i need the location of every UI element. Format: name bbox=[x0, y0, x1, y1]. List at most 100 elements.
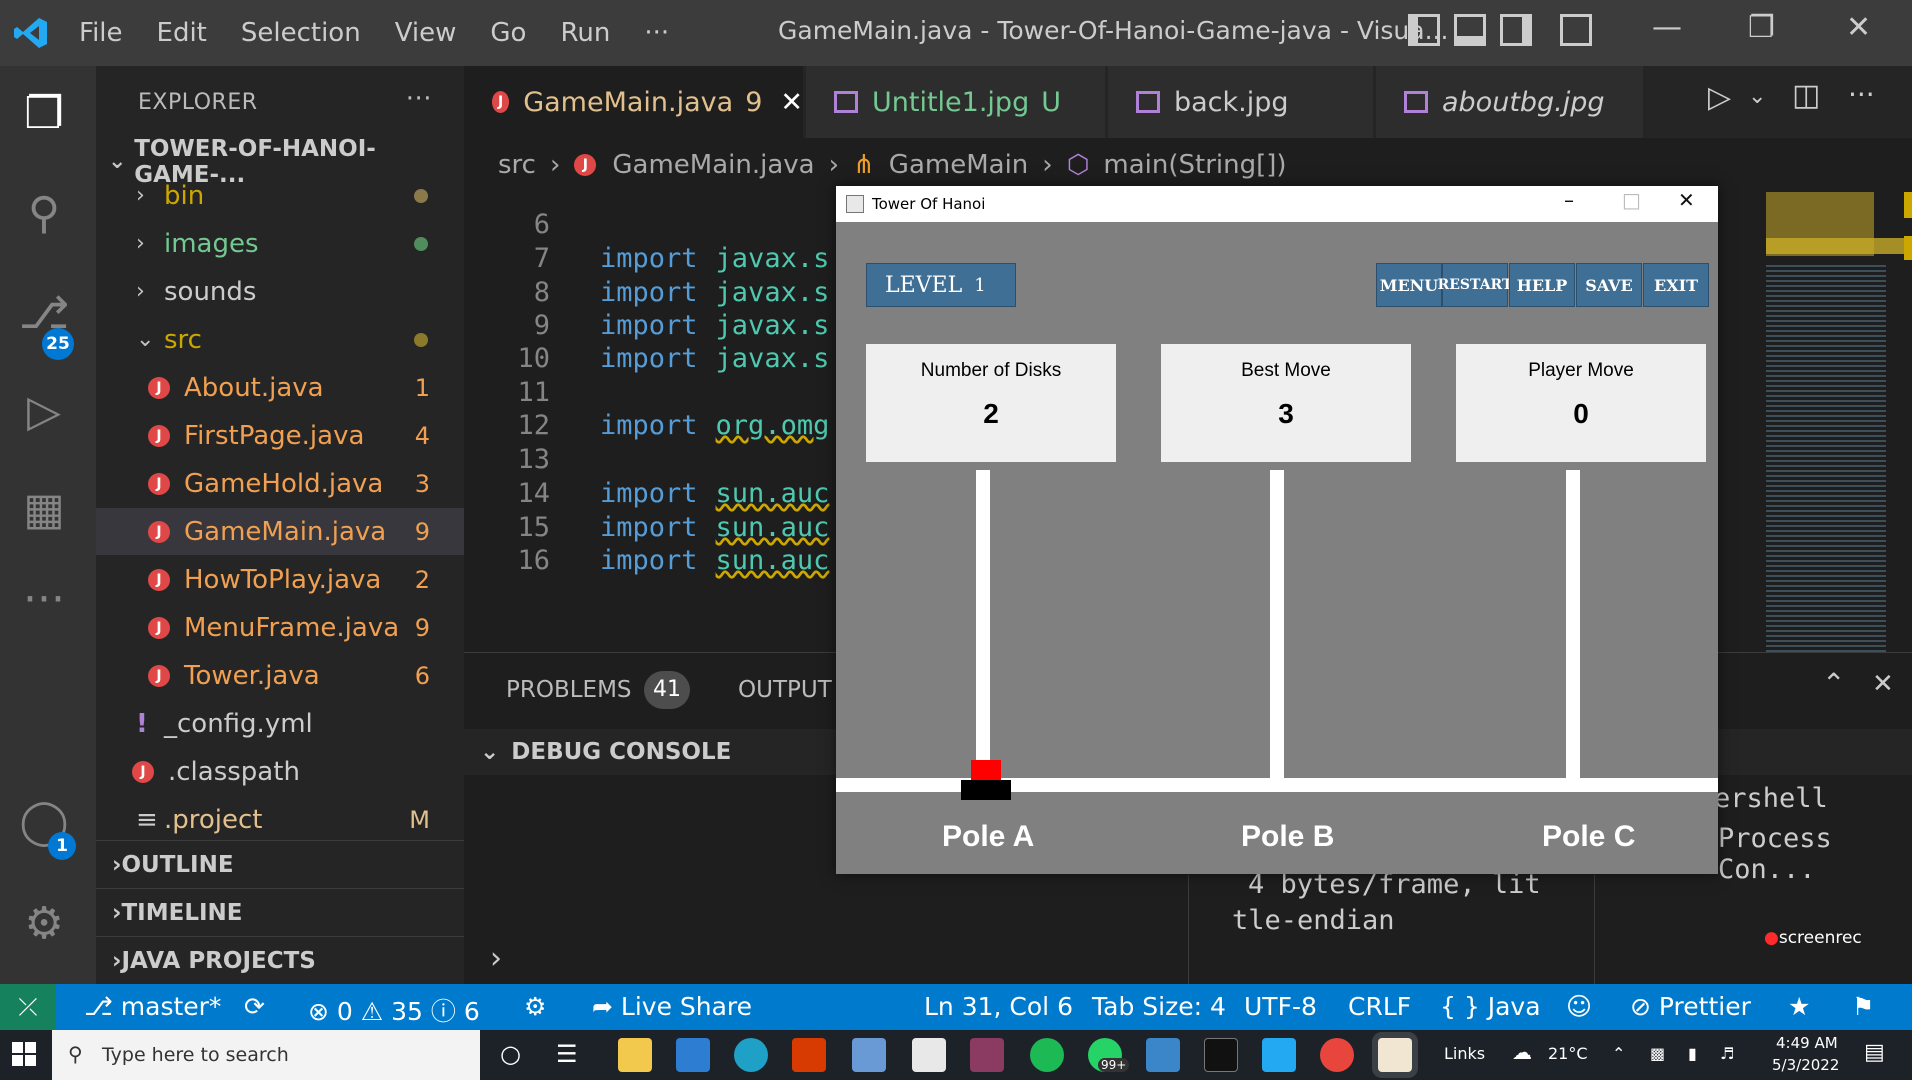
game-close-icon[interactable]: ✕ bbox=[1678, 188, 1695, 212]
minimize-window-icon[interactable]: — bbox=[1652, 10, 1682, 45]
pole-b[interactable] bbox=[1270, 470, 1284, 780]
tree-file-tower[interactable]: J Tower.java 6 bbox=[96, 652, 464, 699]
game-maximize-icon[interactable]: □ bbox=[1622, 188, 1641, 212]
windows-start-icon[interactable] bbox=[12, 1042, 36, 1066]
spotify-app-icon[interactable] bbox=[1030, 1038, 1064, 1072]
restore-window-icon[interactable]: ❐ bbox=[1748, 10, 1775, 45]
tree-file-classpath[interactable]: J .classpath bbox=[96, 748, 464, 795]
tree-folder-src[interactable]: ⌄ src bbox=[96, 316, 464, 363]
menu-more[interactable]: ··· bbox=[627, 18, 686, 48]
explorer-more-icon[interactable]: ··· bbox=[406, 84, 432, 114]
mail-app-icon[interactable] bbox=[676, 1038, 710, 1072]
tree-folder-images[interactable]: › images bbox=[96, 220, 464, 267]
java-app-icon[interactable] bbox=[1378, 1038, 1412, 1072]
customize-layout-icon[interactable] bbox=[1560, 14, 1592, 46]
exit-button[interactable]: EXIT bbox=[1643, 263, 1709, 307]
weather-icon[interactable]: ☁ bbox=[1512, 1040, 1532, 1064]
tab-untitle1[interactable]: Untitle1.jpg U bbox=[806, 66, 1106, 138]
tree-file-menuframe[interactable]: J MenuFrame.java 9 bbox=[96, 604, 464, 651]
tab-problems[interactable]: PROBLEMS bbox=[506, 677, 632, 703]
action-center-icon[interactable]: ▤ bbox=[1864, 1040, 1885, 1065]
menu-go[interactable]: Go bbox=[473, 18, 543, 48]
branch-item[interactable]: ⎇ master* bbox=[84, 992, 221, 1021]
tree-file-gamehold[interactable]: J GameHold.java 3 bbox=[96, 460, 464, 507]
pole-a[interactable] bbox=[976, 470, 990, 780]
save-button[interactable]: SAVE bbox=[1576, 263, 1642, 307]
office-app-icon[interactable] bbox=[792, 1038, 826, 1072]
run-dropdown-icon[interactable]: ⌄ bbox=[1748, 84, 1766, 109]
close-window-icon[interactable]: ✕ bbox=[1846, 10, 1871, 45]
menu-selection[interactable]: Selection bbox=[224, 18, 378, 48]
pole-c[interactable] bbox=[1566, 470, 1580, 780]
vscode-app-icon[interactable] bbox=[1262, 1038, 1296, 1072]
code-editor[interactable]: 6 7 import javax.s 8 import javax.s 9 import j… bbox=[464, 192, 844, 652]
tab-size[interactable]: Tab Size: 4 bbox=[1092, 992, 1226, 1021]
tree-file-about[interactable]: J About.java 1 bbox=[96, 364, 464, 411]
volume-icon[interactable]: ♬ bbox=[1720, 1044, 1734, 1063]
task-view-icon[interactable]: ○ bbox=[500, 1040, 521, 1068]
setup-app-icon[interactable] bbox=[852, 1038, 886, 1072]
widgets-icon[interactable]: ☰ bbox=[556, 1040, 578, 1068]
store-app-icon[interactable] bbox=[912, 1038, 946, 1072]
menu-run[interactable]: Run bbox=[543, 18, 627, 48]
toggle-secondary-sidebar-icon[interactable] bbox=[1500, 14, 1532, 46]
tree-file-config[interactable]: ! _config.yml bbox=[96, 700, 464, 747]
breadcrumb-file[interactable]: GameMain.java bbox=[612, 150, 814, 180]
menu-edit[interactable]: Edit bbox=[140, 18, 224, 48]
clock-time[interactable]: 4:49 AM bbox=[1776, 1034, 1838, 1052]
prettier-item[interactable]: ⊘ Prettier bbox=[1630, 992, 1751, 1021]
run-debug-icon[interactable]: ▷ bbox=[16, 384, 72, 440]
close-panel-icon[interactable]: ✕ bbox=[1872, 669, 1894, 699]
clock-date[interactable]: 5/3/2022 bbox=[1772, 1056, 1839, 1074]
tree-file-firstpage[interactable]: J FirstPage.java 4 bbox=[96, 412, 464, 459]
editor-more-icon[interactable]: ··· bbox=[1848, 78, 1875, 111]
cursor-position[interactable]: Ln 31, Col 6 bbox=[924, 992, 1073, 1021]
maximize-panel-icon[interactable]: ⌃ bbox=[1822, 667, 1845, 700]
debug-icon[interactable]: ⚙ bbox=[524, 992, 546, 1021]
tab-aboutbg[interactable]: aboutbg.jpg bbox=[1376, 66, 1644, 138]
tree-file-howtoplay[interactable]: J HowToPlay.java 2 bbox=[96, 556, 464, 603]
language-mode[interactable]: { } Java bbox=[1440, 992, 1541, 1021]
close-tab-icon[interactable]: ✕ bbox=[780, 87, 803, 118]
feedback-icon[interactable]: ★ bbox=[1788, 992, 1810, 1021]
extensions-icon[interactable]: ▦ bbox=[16, 482, 72, 538]
restart-button[interactable]: RESTART bbox=[1438, 263, 1512, 307]
tree-file-gamemain[interactable]: J GameMain.java 9 bbox=[96, 508, 464, 555]
winrar-app-icon[interactable] bbox=[970, 1038, 1004, 1072]
line-ending[interactable]: CRLF bbox=[1348, 992, 1411, 1021]
game-minimize-icon[interactable]: – bbox=[1564, 188, 1574, 212]
breadcrumb-src[interactable]: src bbox=[498, 150, 536, 180]
breadcrumb-method[interactable]: main(String[]) bbox=[1103, 150, 1286, 180]
photos-app-icon[interactable] bbox=[1146, 1038, 1180, 1072]
terminal-app-icon[interactable] bbox=[1204, 1038, 1238, 1072]
menu-button[interactable]: MENU bbox=[1376, 263, 1442, 307]
timeline-section[interactable]: › TIMELINE bbox=[96, 888, 464, 936]
live-share-item[interactable]: ➦ Live Share bbox=[592, 992, 752, 1021]
disk-large[interactable] bbox=[961, 780, 1011, 800]
links-toolbar[interactable]: Links bbox=[1444, 1044, 1485, 1063]
run-code-icon[interactable]: ▷ bbox=[1708, 80, 1731, 115]
taskbar-search-box[interactable]: ⚲ Type here to search bbox=[52, 1030, 480, 1080]
split-editor-icon[interactable]: ◫ bbox=[1792, 78, 1820, 113]
tab-output[interactable]: OUTPUT bbox=[738, 677, 832, 703]
menu-view[interactable]: View bbox=[378, 18, 474, 48]
toggle-sidebar-icon[interactable] bbox=[1408, 14, 1440, 46]
search-icon[interactable]: ⚲ bbox=[16, 186, 72, 242]
help-button[interactable]: HELP bbox=[1509, 263, 1575, 307]
sync-icon[interactable]: ⟳ bbox=[244, 992, 265, 1021]
chevron-right-icon[interactable]: › bbox=[490, 941, 502, 976]
minimap[interactable] bbox=[1736, 192, 1912, 692]
tree-folder-bin[interactable]: › bin bbox=[96, 172, 464, 219]
more-views-icon[interactable]: ··· bbox=[16, 572, 72, 628]
chrome-app-icon[interactable] bbox=[1320, 1038, 1354, 1072]
tree-file-project[interactable]: ≡ .project M bbox=[96, 796, 464, 843]
encoding[interactable]: UTF-8 bbox=[1244, 992, 1317, 1021]
settings-gear-icon[interactable]: ⚙ bbox=[16, 896, 72, 952]
explorer-icon[interactable]: ❐ bbox=[16, 86, 72, 142]
disk-small[interactable] bbox=[971, 760, 1001, 780]
java-projects-section[interactable]: › JAVA PROJECTS bbox=[96, 936, 464, 984]
tree-folder-sounds[interactable]: › sounds bbox=[96, 268, 464, 315]
file-explorer-app-icon[interactable] bbox=[618, 1038, 652, 1072]
battery-icon[interactable]: ▮ bbox=[1688, 1044, 1697, 1063]
temperature[interactable]: 21°C bbox=[1548, 1044, 1588, 1063]
